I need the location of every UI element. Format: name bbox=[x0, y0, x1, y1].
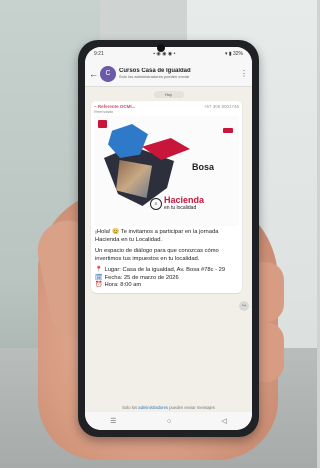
forward-share-icon[interactable]: ↪ bbox=[239, 301, 249, 311]
hacienda-logo: ⌕ Hacienda en tu localidad bbox=[150, 196, 204, 211]
back-arrow-icon[interactable]: ← bbox=[89, 69, 98, 79]
status-time: 9:21 bbox=[94, 51, 104, 57]
forwarded-label: Reenviado bbox=[94, 109, 114, 114]
more-options-icon[interactable]: ⋮ bbox=[240, 69, 248, 78]
date-chip: Hoy bbox=[153, 91, 184, 98]
flyer-subtitle: en tu localidad bbox=[164, 205, 197, 211]
corner-logo-icon bbox=[223, 128, 233, 133]
detail-place: 📍 Lugar: Casa de la igualdad, Av. Bosa #… bbox=[95, 267, 238, 275]
recent-apps-icon[interactable]: ☰ bbox=[110, 417, 116, 425]
note-prefix: Solo los bbox=[122, 405, 138, 410]
smartphone: 9:21 ▪ ◉ ◉ ◉ • ▾ ▮ 32% ← C Cursos Casa d… bbox=[78, 40, 259, 437]
android-nav-bar: ☰ ○ ◁ bbox=[85, 412, 252, 430]
message-text: ¡Hola! 😊 Te invitamos a participar en la… bbox=[94, 226, 239, 290]
clock-icon: ⏰ bbox=[95, 282, 103, 288]
status-icons: ▪ ◉ ◉ ◉ • bbox=[153, 51, 176, 57]
search-icon: ⌕ bbox=[150, 197, 162, 210]
place-text: Lugar: Casa de la igualdad, Av. Bosa #78… bbox=[104, 267, 226, 273]
chat-title-block[interactable]: Cursos Casa de Igualdad Solo los adminis… bbox=[119, 68, 237, 79]
pin-icon: 📍 bbox=[95, 267, 103, 273]
flyer-title: Hacienda bbox=[164, 195, 205, 205]
calendar-icon: 🗓 bbox=[95, 274, 103, 281]
admin-only-note: Solo los administradores pueden enviar m… bbox=[85, 405, 252, 410]
front-camera bbox=[157, 44, 165, 52]
time-text: Hora: 8:00 am bbox=[104, 282, 142, 288]
note-suffix: pueden enviar mensajes bbox=[169, 405, 215, 410]
brand-logo-icon bbox=[98, 120, 107, 128]
detail-time: ⏰ Hora: 8:00 am bbox=[95, 282, 238, 290]
detail-date: 🗓 Fecha: 25 de marzo de 2026 bbox=[95, 275, 238, 283]
chat-header: ← C Cursos Casa de Igualdad Solo los adm… bbox=[85, 61, 252, 87]
message-paragraph: ¡Hola! 😊 Te invitamos a participar en la… bbox=[95, 229, 219, 243]
chat-subtitle: Solo los administradores pueden enviar bbox=[119, 74, 190, 79]
status-bar: 9:21 ▪ ◉ ◉ ◉ • ▾ ▮ 32% bbox=[85, 47, 252, 61]
back-nav-icon[interactable]: ◁ bbox=[221, 417, 226, 425]
message-paragraph: Un espacio de diálogo para que conozcas … bbox=[95, 248, 219, 262]
admins-link[interactable]: administradores bbox=[138, 405, 168, 410]
home-icon[interactable]: ○ bbox=[167, 418, 171, 425]
battery-indicator: ▾ ▮ 32% bbox=[224, 51, 243, 57]
flyer-image[interactable]: Bosa ⌕ Hacienda en tu localidad bbox=[94, 116, 239, 226]
avatar-letter: C bbox=[105, 70, 111, 77]
message-bubble[interactable]: ~ Referente OCMI... +57 305 8001745 Reen… bbox=[91, 101, 242, 293]
group-avatar[interactable]: C bbox=[100, 65, 116, 82]
date-text: Fecha: 25 de marzo de 2026 bbox=[104, 274, 179, 281]
phone-screen: 9:21 ▪ ◉ ◉ ◉ • ▾ ▮ 32% ← C Cursos Casa d… bbox=[85, 47, 252, 430]
sender-phone: +57 305 8001745 bbox=[203, 104, 239, 109]
flyer-place: Bosa bbox=[192, 162, 215, 172]
